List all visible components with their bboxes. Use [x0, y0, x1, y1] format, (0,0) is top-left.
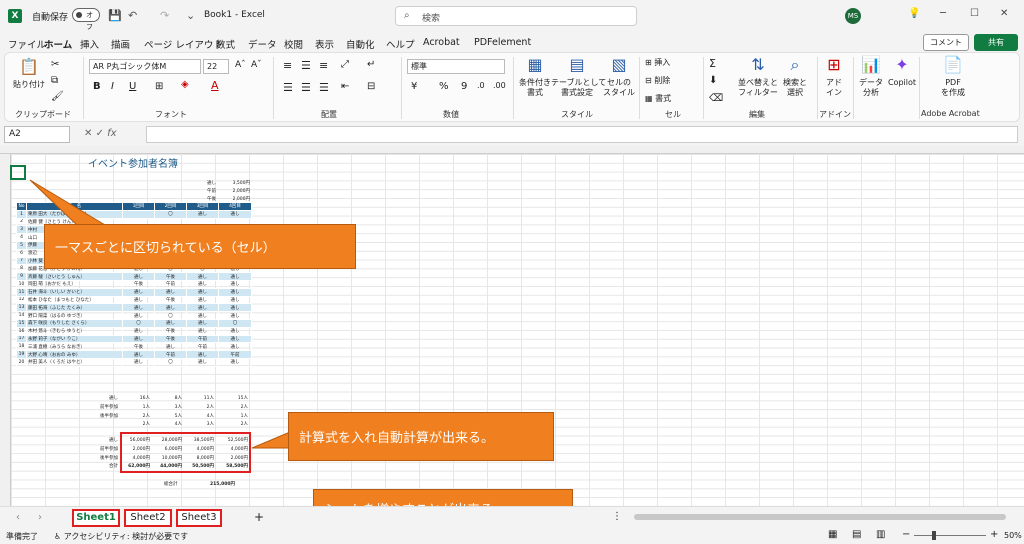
status-accessibility[interactable]: ♿ アクセシビリティ: 検討が必要です [54, 531, 188, 542]
accessibility-label: アクセシビリティ: 検討が必要です [63, 532, 189, 541]
pointer-calc [251, 431, 291, 449]
page-layout-view-icon[interactable]: ▤ [852, 529, 861, 540]
horizontal-scrollbar[interactable] [634, 514, 1006, 520]
status-ready: 準備完了 [6, 532, 38, 541]
tab-sheet1[interactable]: Sheet1 [72, 509, 120, 527]
page-break-view-icon[interactable]: ▥ [876, 529, 885, 540]
zoom-out-icon[interactable]: − [902, 529, 910, 540]
zoom-slider[interactable] [914, 535, 986, 536]
next-sheet-icon[interactable]: › [38, 512, 42, 523]
prev-sheet-icon[interactable]: ‹ [16, 512, 20, 523]
more-options-icon[interactable]: ⋮ [612, 511, 622, 522]
pointer-cell [29, 179, 112, 229]
accessibility-icon: ♿ [54, 532, 64, 541]
callout-cell: 一マスごとに区切られている（セル） [44, 224, 356, 269]
zoom-slider-thumb[interactable] [932, 531, 936, 540]
zoom-in-icon[interactable]: + [990, 529, 998, 540]
normal-view-icon[interactable]: ▦ [828, 529, 837, 540]
tab-sheet2[interactable]: Sheet2 [124, 509, 172, 527]
callout-pointers [29, 179, 313, 522]
zoom-level: 50% [1004, 531, 1022, 540]
callout-calc: 計算式を入れ自動計算が出来る。 [288, 412, 554, 461]
tab-sheet3[interactable]: Sheet3 [176, 509, 222, 527]
add-sheet-icon[interactable]: + [254, 510, 264, 524]
